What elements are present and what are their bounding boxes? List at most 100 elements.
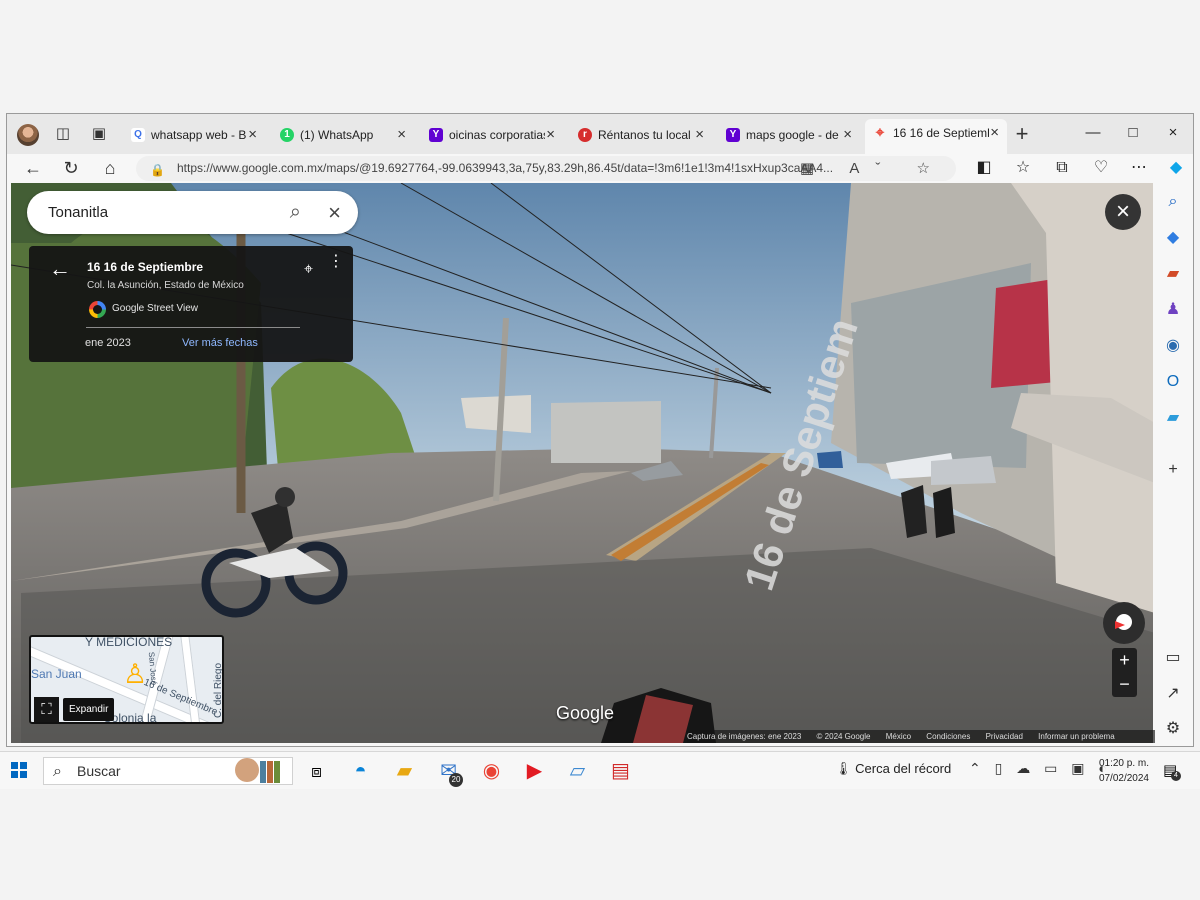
clear-search-icon[interactable]: × — [328, 191, 341, 234]
voice-meeter-icon[interactable]: ▤ — [606, 757, 635, 786]
maps-overlay: Tonanitla ⌕ × ← 16 16 de Septiembre Col.… — [11, 183, 1155, 743]
close-icon[interactable]: × — [546, 121, 555, 149]
outlook-icon[interactable]: O — [1162, 371, 1184, 393]
browser-tab-maps-google[interactable]: Ymaps google - de b × — [718, 121, 860, 149]
edge-icon[interactable]: ◓ — [346, 757, 375, 786]
privacy-link[interactable]: Privacidad — [986, 732, 1023, 741]
tab-label: oicinas corporatias — [449, 128, 545, 142]
compass-icon[interactable] — [1103, 602, 1145, 644]
close-icon[interactable]: × — [248, 121, 257, 149]
tag-icon[interactable]: ◆ — [1162, 227, 1184, 249]
file-explorer-icon[interactable]: ▰ — [390, 757, 419, 786]
tab-label: whatsapp web - Bu — [151, 128, 247, 142]
divider — [86, 327, 300, 328]
open-external-icon[interactable]: ↗ — [1162, 683, 1184, 705]
country-link[interactable]: México — [886, 732, 911, 741]
people-icon[interactable]: ♟ — [1162, 299, 1184, 321]
toolbox-icon[interactable]: ▰ — [1162, 263, 1184, 285]
new-tab-icon[interactable]: + — [1013, 123, 1031, 145]
thermometer-icon: 🌡 — [835, 761, 852, 776]
task-view-icon[interactable]: ⧈ — [302, 757, 331, 786]
more-options-icon[interactable]: ⋮ — [328, 254, 344, 270]
browser-essentials-icon[interactable]: ♡ — [1089, 157, 1113, 179]
mini-map[interactable]: Y MEDICIONES San Juan San José C. del Ri… — [29, 635, 224, 724]
tab-label: Réntanos tu local - — [598, 128, 694, 142]
profile-avatar[interactable] — [17, 124, 39, 146]
browser-tab-oficinas[interactable]: Yoicinas corporatias × — [421, 121, 563, 149]
maximize-icon[interactable]: □ — [1113, 121, 1153, 145]
back-icon[interactable]: ← — [21, 157, 45, 179]
copilot-icon[interactable]: ◆ — [1164, 157, 1188, 179]
zoom-out-button[interactable]: − — [1112, 672, 1137, 696]
settings-icon[interactable]: ⚙ — [1162, 718, 1184, 740]
expand-icon[interactable]: ⛶ — [34, 697, 59, 722]
back-arrow-icon[interactable]: ← — [49, 256, 71, 282]
see-more-dates-link[interactable]: Ver más fechas — [182, 337, 258, 349]
weather-widget[interactable]: 🌡 Cerca del récord — [835, 761, 951, 777]
office-icon[interactable]: ◉ — [1162, 335, 1184, 357]
mail-count-badge: 20 — [449, 773, 463, 787]
chrome-icon[interactable]: ◉ — [477, 757, 506, 786]
maps-footer: Captura de imágenes: ene 2023 © 2024 Goo… — [687, 730, 1155, 743]
system-tray-icons[interactable]: ⌃ ▯ ☁ ▭ ▣ ◐ — [969, 760, 1112, 777]
address-actions-icons[interactable]: ▦ Aˇ ☆ — [800, 156, 946, 181]
taskbar-search-highlight-icon[interactable] — [230, 753, 286, 787]
maps-pin-icon: ⌖ — [875, 124, 885, 141]
sidebar-toggle-icon[interactable]: ▭ — [1162, 647, 1184, 669]
tab-label: 16 16 de Septiembr — [893, 126, 989, 140]
close-icon[interactable]: × — [397, 121, 406, 149]
copyright: © 2024 Google — [816, 732, 871, 741]
refresh-icon[interactable]: ↻ — [59, 157, 83, 179]
more-options-icon[interactable]: ⋯ — [1127, 157, 1151, 179]
favorites-icon[interactable]: ☆ — [1011, 157, 1035, 179]
browser-tab-street-view[interactable]: ⌖ 16 16 de Septiembr × — [865, 119, 1007, 154]
add-sidebar-app-icon[interactable]: + — [1162, 459, 1184, 481]
real-estate-icon: r — [578, 128, 592, 142]
youtube-icon[interactable]: ▶ — [520, 757, 549, 786]
map-label: Y MEDICIONES — [85, 635, 173, 649]
computer-icon[interactable]: ▱ — [563, 757, 592, 786]
split-screen-icon[interactable]: ◧ — [972, 157, 996, 179]
search-icon[interactable]: ⌕ — [1162, 191, 1184, 213]
browser-tab-rentanos[interactable]: r Réntanos tu local - × — [570, 121, 712, 149]
workspaces-icon[interactable]: ◫ — [54, 125, 72, 143]
browser-toolbar: ← ↻ ⌂ 🔒 https://www.google.com.mx/maps/@… — [7, 154, 1193, 183]
mail-icon[interactable]: ✉ 20 — [434, 757, 463, 787]
weather-text: Cerca del récord — [855, 761, 952, 776]
map-label: San Juan — [31, 667, 82, 681]
windows-taskbar: ⌕ Buscar ⧈ ◓ ▰ ✉ 20 ◉ ▶ ▱ ▤ 🌡 Cerca del r… — [0, 751, 1200, 789]
notification-icon[interactable]: ▤ 4 — [1163, 761, 1181, 781]
address-url: https://www.google.com.mx/maps/@19.69277… — [177, 161, 834, 175]
report-problem-link[interactable]: Informar un problema — [1038, 732, 1114, 741]
search-icon[interactable]: ⌕ — [290, 191, 301, 234]
terms-link[interactable]: Condiciones — [926, 732, 970, 741]
browser-tab-whatsapp-search[interactable]: Qwhatsapp web - Bu × — [123, 121, 265, 149]
close-icon[interactable]: × — [695, 121, 704, 149]
tab-actions-icon[interactable]: ▣ — [90, 125, 108, 143]
zoom-in-button[interactable]: + — [1112, 648, 1137, 672]
taskbar-clock[interactable]: 01:20 p. m. 07/02/2024 — [1097, 756, 1149, 786]
expand-tooltip: Expandir — [63, 698, 115, 721]
close-icon[interactable]: × — [990, 119, 999, 147]
browser-tab-whatsapp[interactable]: 1 (1) WhatsApp × — [272, 121, 414, 149]
pegman-icon: ♙ — [123, 659, 148, 689]
lock-icon: 🔒 — [150, 163, 165, 177]
minimize-icon[interactable]: — — [1073, 121, 1113, 145]
place-subtitle: Col. la Asunción, Estado de México — [87, 280, 244, 291]
location-pin-icon[interactable]: ⌖ — [304, 261, 313, 279]
collections-icon[interactable]: ⧉ — [1050, 157, 1074, 179]
address-bar[interactable]: 🔒 https://www.google.com.mx/maps/@19.692… — [136, 156, 956, 181]
close-icon[interactable]: × — [843, 121, 852, 149]
windows-start-icon[interactable] — [11, 762, 27, 778]
yahoo-icon: Y — [726, 128, 740, 142]
taskbar-search-label: Buscar — [77, 763, 121, 779]
search-icon: ⌕ — [53, 763, 62, 780]
home-icon[interactable]: ⌂ — [98, 157, 122, 179]
close-street-view-button[interactable]: × — [1105, 194, 1141, 230]
send-icon[interactable]: ▰ — [1162, 407, 1184, 429]
google-logo: Google — [556, 703, 615, 723]
close-window-icon[interactable]: × — [1153, 121, 1193, 145]
street-view-provider: Google Street View — [112, 303, 198, 314]
yahoo-icon: Y — [429, 128, 443, 142]
maps-search-box[interactable]: Tonanitla ⌕ × — [27, 191, 358, 234]
